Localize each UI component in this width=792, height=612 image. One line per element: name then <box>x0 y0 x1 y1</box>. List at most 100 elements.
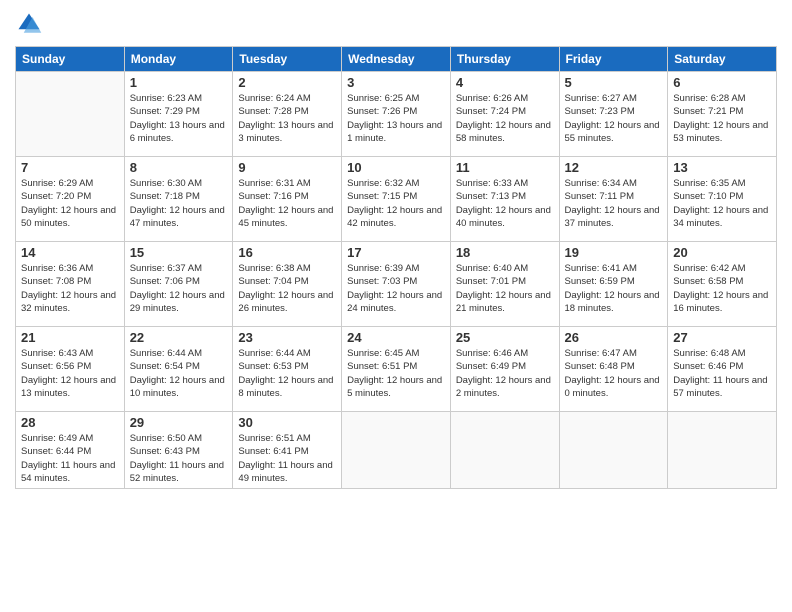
day-number: 19 <box>565 245 663 260</box>
logo <box>15 10 47 38</box>
day-info: Sunrise: 6:36 AM Sunset: 7:08 PM Dayligh… <box>21 262 119 315</box>
header-friday: Friday <box>559 47 668 72</box>
logo-icon <box>15 10 43 38</box>
day-info: Sunrise: 6:33 AM Sunset: 7:13 PM Dayligh… <box>456 177 554 230</box>
day-number: 9 <box>238 160 336 175</box>
calendar-cell: 2 Sunrise: 6:24 AM Sunset: 7:28 PM Dayli… <box>233 72 342 157</box>
calendar-cell <box>668 412 777 489</box>
calendar-cell: 8 Sunrise: 6:30 AM Sunset: 7:18 PM Dayli… <box>124 157 233 242</box>
day-info: Sunrise: 6:45 AM Sunset: 6:51 PM Dayligh… <box>347 347 445 400</box>
day-info: Sunrise: 6:28 AM Sunset: 7:21 PM Dayligh… <box>673 92 771 145</box>
calendar-cell: 29 Sunrise: 6:50 AM Sunset: 6:43 PM Dayl… <box>124 412 233 489</box>
calendar-cell <box>342 412 451 489</box>
calendar-cell: 9 Sunrise: 6:31 AM Sunset: 7:16 PM Dayli… <box>233 157 342 242</box>
calendar-cell: 16 Sunrise: 6:38 AM Sunset: 7:04 PM Dayl… <box>233 242 342 327</box>
calendar-cell: 12 Sunrise: 6:34 AM Sunset: 7:11 PM Dayl… <box>559 157 668 242</box>
day-info: Sunrise: 6:26 AM Sunset: 7:24 PM Dayligh… <box>456 92 554 145</box>
day-info: Sunrise: 6:47 AM Sunset: 6:48 PM Dayligh… <box>565 347 663 400</box>
calendar-cell: 23 Sunrise: 6:44 AM Sunset: 6:53 PM Dayl… <box>233 327 342 412</box>
calendar-cell: 5 Sunrise: 6:27 AM Sunset: 7:23 PM Dayli… <box>559 72 668 157</box>
header <box>15 10 777 38</box>
day-info: Sunrise: 6:46 AM Sunset: 6:49 PM Dayligh… <box>456 347 554 400</box>
calendar-cell: 14 Sunrise: 6:36 AM Sunset: 7:08 PM Dayl… <box>16 242 125 327</box>
day-info: Sunrise: 6:42 AM Sunset: 6:58 PM Dayligh… <box>673 262 771 315</box>
calendar-cell: 20 Sunrise: 6:42 AM Sunset: 6:58 PM Dayl… <box>668 242 777 327</box>
day-info: Sunrise: 6:49 AM Sunset: 6:44 PM Dayligh… <box>21 432 119 485</box>
day-number: 12 <box>565 160 663 175</box>
day-number: 21 <box>21 330 119 345</box>
day-info: Sunrise: 6:29 AM Sunset: 7:20 PM Dayligh… <box>21 177 119 230</box>
header-monday: Monday <box>124 47 233 72</box>
page: Sunday Monday Tuesday Wednesday Thursday… <box>0 0 792 612</box>
day-number: 24 <box>347 330 445 345</box>
day-info: Sunrise: 6:27 AM Sunset: 7:23 PM Dayligh… <box>565 92 663 145</box>
day-info: Sunrise: 6:37 AM Sunset: 7:06 PM Dayligh… <box>130 262 228 315</box>
day-number: 27 <box>673 330 771 345</box>
calendar-cell: 19 Sunrise: 6:41 AM Sunset: 6:59 PM Dayl… <box>559 242 668 327</box>
day-info: Sunrise: 6:44 AM Sunset: 6:54 PM Dayligh… <box>130 347 228 400</box>
calendar-cell <box>450 412 559 489</box>
day-info: Sunrise: 6:40 AM Sunset: 7:01 PM Dayligh… <box>456 262 554 315</box>
day-number: 18 <box>456 245 554 260</box>
calendar-cell: 1 Sunrise: 6:23 AM Sunset: 7:29 PM Dayli… <box>124 72 233 157</box>
day-number: 4 <box>456 75 554 90</box>
day-info: Sunrise: 6:32 AM Sunset: 7:15 PM Dayligh… <box>347 177 445 230</box>
day-number: 22 <box>130 330 228 345</box>
header-thursday: Thursday <box>450 47 559 72</box>
day-number: 6 <box>673 75 771 90</box>
calendar-cell: 22 Sunrise: 6:44 AM Sunset: 6:54 PM Dayl… <box>124 327 233 412</box>
calendar-cell <box>16 72 125 157</box>
calendar-cell: 10 Sunrise: 6:32 AM Sunset: 7:15 PM Dayl… <box>342 157 451 242</box>
day-number: 3 <box>347 75 445 90</box>
day-info: Sunrise: 6:25 AM Sunset: 7:26 PM Dayligh… <box>347 92 445 145</box>
day-number: 2 <box>238 75 336 90</box>
calendar-cell: 25 Sunrise: 6:46 AM Sunset: 6:49 PM Dayl… <box>450 327 559 412</box>
day-number: 1 <box>130 75 228 90</box>
day-info: Sunrise: 6:23 AM Sunset: 7:29 PM Dayligh… <box>130 92 228 145</box>
header-tuesday: Tuesday <box>233 47 342 72</box>
day-info: Sunrise: 6:30 AM Sunset: 7:18 PM Dayligh… <box>130 177 228 230</box>
day-number: 26 <box>565 330 663 345</box>
day-number: 28 <box>21 415 119 430</box>
calendar-cell: 3 Sunrise: 6:25 AM Sunset: 7:26 PM Dayli… <box>342 72 451 157</box>
day-number: 5 <box>565 75 663 90</box>
header-sunday: Sunday <box>16 47 125 72</box>
header-saturday: Saturday <box>668 47 777 72</box>
day-number: 7 <box>21 160 119 175</box>
calendar-cell: 24 Sunrise: 6:45 AM Sunset: 6:51 PM Dayl… <box>342 327 451 412</box>
weekday-header-row: Sunday Monday Tuesday Wednesday Thursday… <box>16 47 777 72</box>
calendar-cell: 30 Sunrise: 6:51 AM Sunset: 6:41 PM Dayl… <box>233 412 342 489</box>
calendar-cell: 18 Sunrise: 6:40 AM Sunset: 7:01 PM Dayl… <box>450 242 559 327</box>
day-number: 8 <box>130 160 228 175</box>
header-wednesday: Wednesday <box>342 47 451 72</box>
calendar-cell: 11 Sunrise: 6:33 AM Sunset: 7:13 PM Dayl… <box>450 157 559 242</box>
calendar-cell: 21 Sunrise: 6:43 AM Sunset: 6:56 PM Dayl… <box>16 327 125 412</box>
calendar-cell: 26 Sunrise: 6:47 AM Sunset: 6:48 PM Dayl… <box>559 327 668 412</box>
day-info: Sunrise: 6:44 AM Sunset: 6:53 PM Dayligh… <box>238 347 336 400</box>
day-info: Sunrise: 6:41 AM Sunset: 6:59 PM Dayligh… <box>565 262 663 315</box>
day-info: Sunrise: 6:31 AM Sunset: 7:16 PM Dayligh… <box>238 177 336 230</box>
calendar-cell <box>559 412 668 489</box>
day-info: Sunrise: 6:51 AM Sunset: 6:41 PM Dayligh… <box>238 432 336 485</box>
calendar-cell: 7 Sunrise: 6:29 AM Sunset: 7:20 PM Dayli… <box>16 157 125 242</box>
day-number: 25 <box>456 330 554 345</box>
calendar-cell: 13 Sunrise: 6:35 AM Sunset: 7:10 PM Dayl… <box>668 157 777 242</box>
day-info: Sunrise: 6:24 AM Sunset: 7:28 PM Dayligh… <box>238 92 336 145</box>
day-number: 15 <box>130 245 228 260</box>
calendar-cell: 4 Sunrise: 6:26 AM Sunset: 7:24 PM Dayli… <box>450 72 559 157</box>
calendar-cell: 27 Sunrise: 6:48 AM Sunset: 6:46 PM Dayl… <box>668 327 777 412</box>
day-info: Sunrise: 6:48 AM Sunset: 6:46 PM Dayligh… <box>673 347 771 400</box>
day-info: Sunrise: 6:43 AM Sunset: 6:56 PM Dayligh… <box>21 347 119 400</box>
calendar-cell: 17 Sunrise: 6:39 AM Sunset: 7:03 PM Dayl… <box>342 242 451 327</box>
day-number: 29 <box>130 415 228 430</box>
day-number: 14 <box>21 245 119 260</box>
day-number: 13 <box>673 160 771 175</box>
day-number: 16 <box>238 245 336 260</box>
day-info: Sunrise: 6:50 AM Sunset: 6:43 PM Dayligh… <box>130 432 228 485</box>
calendar-table: Sunday Monday Tuesday Wednesday Thursday… <box>15 46 777 489</box>
calendar-cell: 6 Sunrise: 6:28 AM Sunset: 7:21 PM Dayli… <box>668 72 777 157</box>
day-number: 23 <box>238 330 336 345</box>
calendar-cell: 15 Sunrise: 6:37 AM Sunset: 7:06 PM Dayl… <box>124 242 233 327</box>
day-number: 10 <box>347 160 445 175</box>
day-number: 17 <box>347 245 445 260</box>
